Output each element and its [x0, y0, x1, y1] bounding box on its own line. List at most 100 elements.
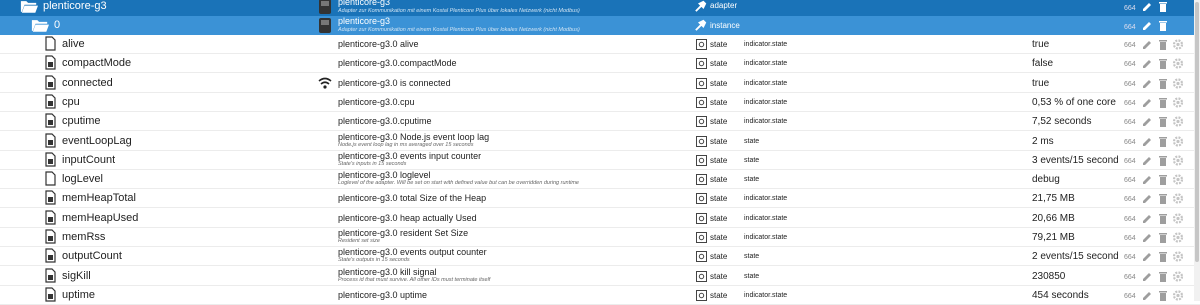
object-value[interactable]: 2 events/15 seconds: [1032, 247, 1118, 266]
edit-icon[interactable]: [1141, 289, 1153, 302]
settings-gear-icon[interactable]: [1172, 250, 1184, 263]
file-filled-icon: [45, 248, 56, 263]
object-value[interactable]: 21,75 MB: [1032, 189, 1118, 208]
object-acl: 664: [1124, 100, 1136, 107]
object-type: state: [710, 214, 728, 223]
delete-icon[interactable]: [1157, 38, 1169, 51]
settings-gear-icon[interactable]: [1172, 212, 1184, 225]
edit-icon[interactable]: [1141, 192, 1153, 205]
edit-icon[interactable]: [1141, 77, 1153, 90]
object-acl: 664: [1124, 293, 1136, 300]
state-type-icon: [696, 39, 707, 50]
edit-icon[interactable]: [1141, 250, 1153, 263]
object-value[interactable]: 7,52 seconds: [1032, 112, 1118, 131]
object-row[interactable]: cpu plenticore-g3.0.cpu state indicator.…: [0, 93, 1200, 112]
edit-icon[interactable]: [1141, 231, 1153, 244]
delete-icon[interactable]: [1157, 173, 1169, 186]
object-row[interactable]: memHeapUsed plenticore-g3.0 heap actuall…: [0, 209, 1200, 228]
folder-open-icon[interactable]: [31, 18, 49, 33]
object-row[interactable]: inputCount plenticore-g3.0 events input …: [0, 151, 1200, 170]
object-id: memHeapUsed: [62, 212, 139, 224]
edit-icon[interactable]: [1141, 57, 1153, 70]
file-filled-icon: [45, 133, 56, 148]
object-acl: 664: [1124, 42, 1136, 49]
edit-icon[interactable]: [1141, 212, 1153, 225]
object-row[interactable]: sigKill plenticore-g3.0 kill signal Proc…: [0, 267, 1200, 286]
adapter-type: adapter: [710, 1, 738, 10]
object-row[interactable]: memHeapTotal plenticore-g3.0 total Size …: [0, 189, 1200, 208]
file-filled-icon: [45, 55, 56, 70]
object-type: state: [710, 79, 728, 88]
edit-icon[interactable]: [1141, 173, 1153, 186]
object-value[interactable]: 454 seconds: [1032, 286, 1118, 305]
instance-acl: 664: [1124, 24, 1136, 31]
object-role: indicator.state: [744, 80, 788, 87]
settings-gear-icon[interactable]: [1172, 192, 1184, 205]
delete-icon[interactable]: [1157, 192, 1169, 205]
object-value[interactable]: 230850: [1032, 267, 1118, 286]
object-row[interactable]: connected plenticore-g3.0 is connected s…: [0, 74, 1200, 93]
object-row[interactable]: eventLoopLag plenticore-g3.0 Node.js eve…: [0, 132, 1200, 151]
file-filled-icon: [45, 287, 56, 302]
settings-gear-icon[interactable]: [1172, 57, 1184, 70]
object-value[interactable]: true: [1032, 74, 1118, 93]
object-value[interactable]: 79,21 MB: [1032, 228, 1118, 247]
settings-gear-icon[interactable]: [1172, 96, 1184, 109]
state-type-icon: [696, 213, 707, 224]
settings-gear-icon[interactable]: [1172, 115, 1184, 128]
object-value[interactable]: debug: [1032, 170, 1118, 189]
settings-gear-icon[interactable]: [1172, 77, 1184, 90]
object-id: cputime: [62, 115, 101, 127]
delete-icon[interactable]: [1157, 135, 1169, 148]
delete-icon[interactable]: [1157, 250, 1169, 263]
delete-icon[interactable]: [1157, 57, 1169, 70]
object-value[interactable]: 0,53 % of one core: [1032, 93, 1118, 112]
delete-icon[interactable]: [1157, 115, 1169, 128]
instance-type-icon: [695, 19, 707, 31]
edit-icon[interactable]: [1141, 270, 1153, 283]
scrollbar-thumb[interactable]: [1195, 2, 1199, 262]
edit-icon[interactable]: [1141, 19, 1153, 32]
edit-icon[interactable]: [1141, 38, 1153, 51]
settings-gear-icon[interactable]: [1172, 154, 1184, 167]
delete-icon[interactable]: [1157, 212, 1169, 225]
delete-icon[interactable]: [1157, 19, 1169, 32]
edit-icon[interactable]: [1141, 0, 1153, 13]
state-type-icon: [696, 97, 707, 108]
adapter-row[interactable]: plenticore-g3 plenticore-g3 Adapter zur …: [0, 0, 1200, 16]
object-row[interactable]: alive plenticore-g3.0 alive state indica…: [0, 35, 1200, 54]
delete-icon[interactable]: [1157, 289, 1169, 302]
object-value[interactable]: 3 events/15 seconds: [1032, 151, 1118, 170]
edit-icon[interactable]: [1141, 96, 1153, 109]
delete-icon[interactable]: [1157, 0, 1169, 13]
object-row[interactable]: uptime plenticore-g3.0 uptime state indi…: [0, 286, 1200, 305]
edit-icon[interactable]: [1141, 154, 1153, 167]
edit-icon[interactable]: [1141, 115, 1153, 128]
object-value[interactable]: 20,66 MB: [1032, 209, 1118, 228]
settings-gear-icon[interactable]: [1172, 173, 1184, 186]
object-acl: 664: [1124, 61, 1136, 68]
object-row[interactable]: outputCount plenticore-g3.0 events outpu…: [0, 247, 1200, 266]
settings-gear-icon[interactable]: [1172, 289, 1184, 302]
object-value[interactable]: 2 ms: [1032, 132, 1118, 151]
edit-icon[interactable]: [1141, 135, 1153, 148]
instance-row[interactable]: 0 plenticore-g3 Adapter zur Kommunikatio…: [0, 16, 1200, 35]
delete-icon[interactable]: [1157, 77, 1169, 90]
object-row[interactable]: compactMode plenticore-g3.0.compactMode …: [0, 54, 1200, 73]
instance-type: instance: [710, 21, 740, 30]
scrollbar[interactable]: [1194, 0, 1200, 301]
delete-icon[interactable]: [1157, 270, 1169, 283]
delete-icon[interactable]: [1157, 154, 1169, 167]
settings-gear-icon[interactable]: [1172, 38, 1184, 51]
settings-gear-icon[interactable]: [1172, 270, 1184, 283]
settings-gear-icon[interactable]: [1172, 231, 1184, 244]
object-row[interactable]: memRss plenticore-g3.0 resident Set Size…: [0, 228, 1200, 247]
delete-icon[interactable]: [1157, 96, 1169, 109]
object-value[interactable]: true: [1032, 35, 1118, 54]
object-value[interactable]: false: [1032, 54, 1118, 73]
folder-open-icon[interactable]: [20, 0, 38, 14]
delete-icon[interactable]: [1157, 231, 1169, 244]
object-row[interactable]: cputime plenticore-g3.0.cputime state in…: [0, 112, 1200, 131]
object-row[interactable]: logLevel plenticore-g3.0 loglevel Loglev…: [0, 170, 1200, 189]
settings-gear-icon[interactable]: [1172, 135, 1184, 148]
